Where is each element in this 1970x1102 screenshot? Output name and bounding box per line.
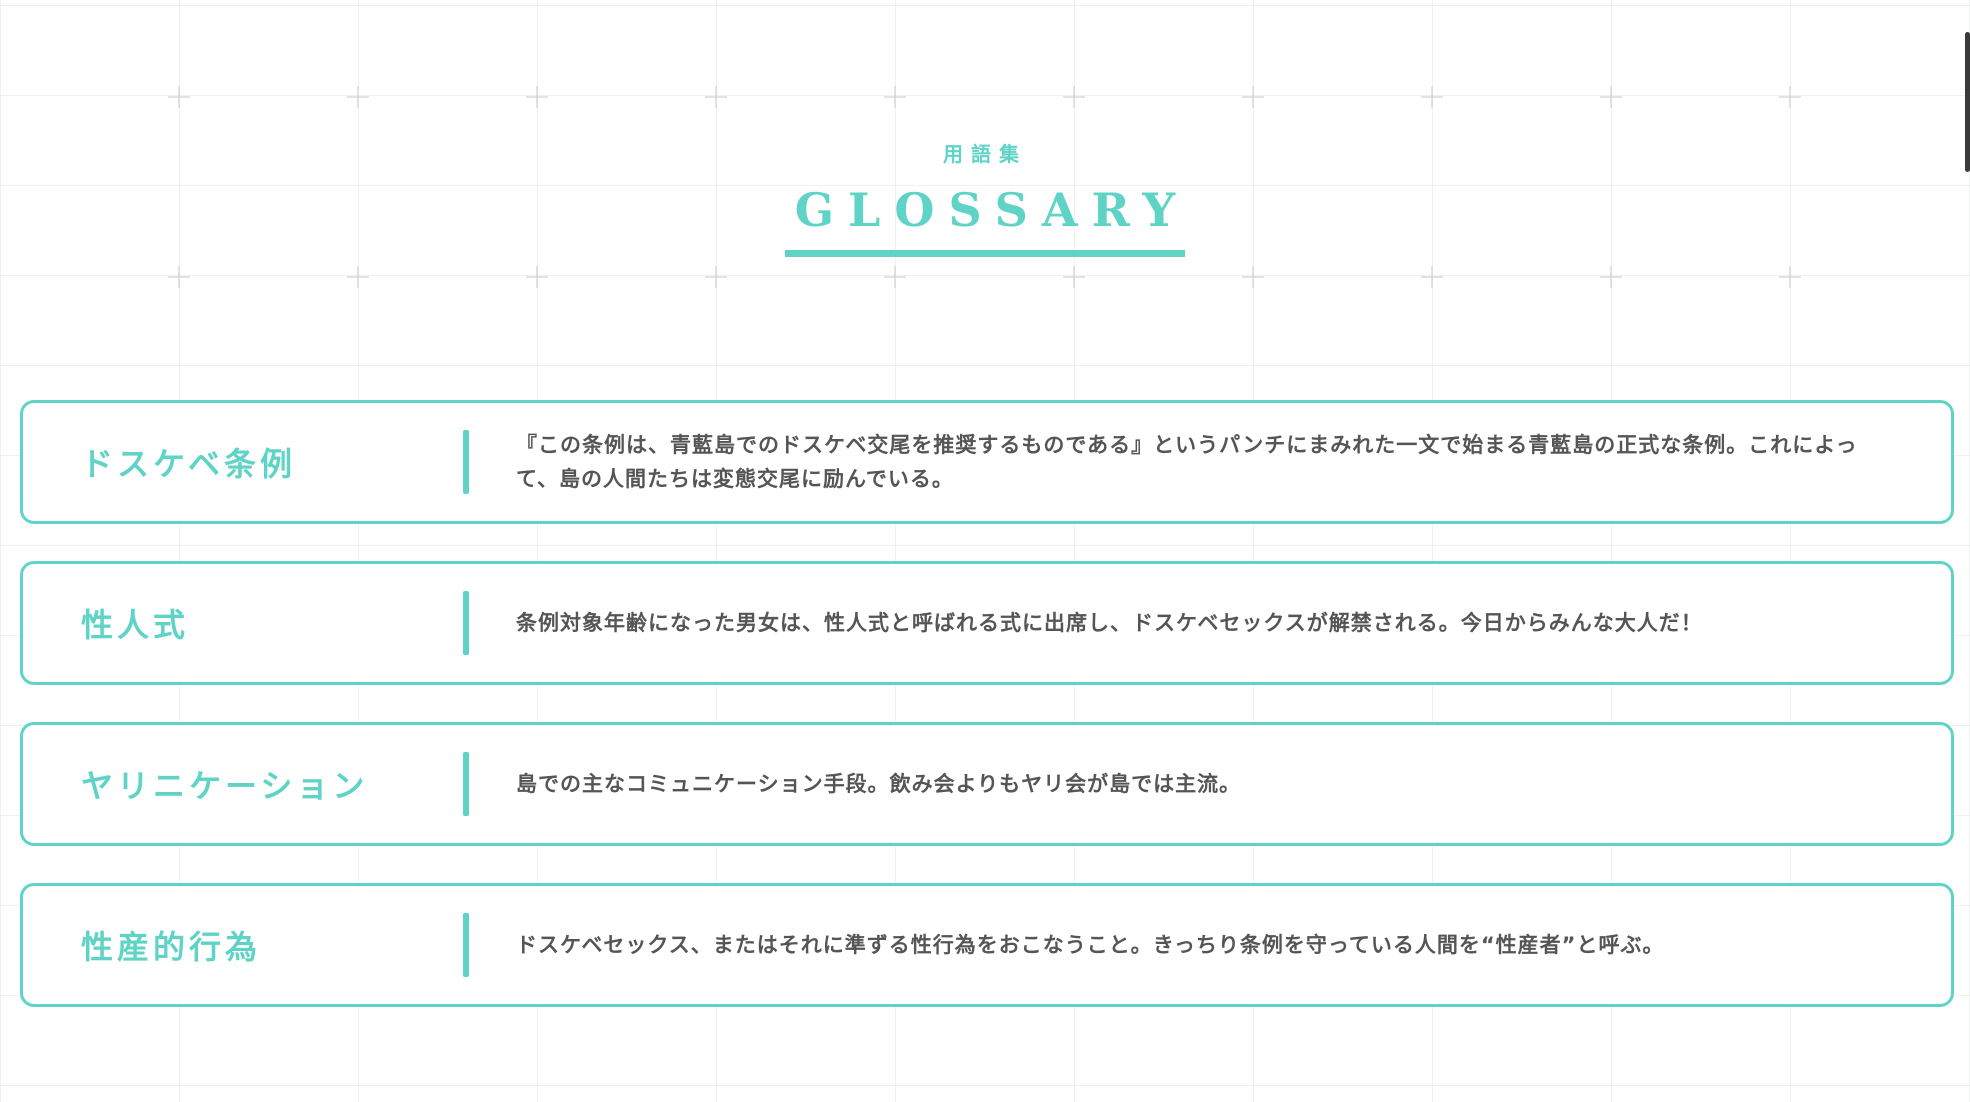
grid-cross-icon (1600, 86, 1622, 108)
grid-cross-icon (884, 266, 906, 288)
grid-cross-icon (1063, 266, 1085, 288)
glossary-definition: ドスケベセックス、またはそれに準ずる性行為をおこなうこと。きっちり条例を守ってい… (516, 933, 1665, 957)
glossary-item: 性人式 条例対象年齢になった男女は、性人式と呼ばれる式に出席し、ドスケベセックス… (20, 561, 1954, 685)
glossary-item: ドスケベ条例 『この条例は、青藍島でのドスケベ交尾を推奨するものである』というパ… (20, 400, 1954, 524)
grid-cross-icon (1242, 86, 1264, 108)
page-subtitle: 用語集 (943, 142, 1027, 166)
grid-cross-icon (1779, 86, 1801, 108)
grid-cross-icon (168, 266, 190, 288)
glossary-definition: 島での主なコミュニケーション手段。飲み会よりもヤリ会が島では主流。 (516, 772, 1242, 796)
grid-cross-icon (347, 266, 369, 288)
glossary-list: ドスケベ条例 『この条例は、青藍島でのドスケベ交尾を推奨するものである』というパ… (20, 400, 1954, 1044)
title-underline (785, 250, 1185, 257)
glossary-definition: 『この条例は、青藍島でのドスケベ交尾を推奨するものである』というパンチにまみれた… (516, 433, 1858, 491)
glossary-term: ヤリニケーション (81, 767, 369, 805)
grid-cross-icon (1421, 266, 1443, 288)
grid-cross-icon (168, 86, 190, 108)
glossary-term: 性人式 (81, 606, 190, 644)
grid-cross-icon (1063, 86, 1085, 108)
glossary-item: 性産的行為 ドスケベセックス、またはそれに準ずる性行為をおこなうこと。きっちり条… (20, 883, 1954, 1007)
grid-cross-icon (1600, 266, 1622, 288)
grid-cross-icon (1242, 266, 1264, 288)
glossary-term: ドスケベ条例 (81, 445, 297, 483)
glossary-definition: 条例対象年齢になった男女は、性人式と呼ばれる式に出席し、ドスケベセックスが解禁さ… (516, 611, 1703, 635)
page-title: GLOSSARY (794, 183, 1190, 237)
glossary-term: 性産的行為 (81, 928, 262, 966)
grid-cross-icon (705, 86, 727, 108)
grid-cross-icon (1421, 86, 1443, 108)
glossary-item: ヤリニケーション 島での主なコミュニケーション手段。飲み会よりもヤリ会が島では主… (20, 722, 1954, 846)
grid-cross-icon (347, 86, 369, 108)
grid-cross-icon (705, 266, 727, 288)
page-header: 用語集 GLOSSARY (0, 140, 1970, 257)
grid-cross-icon (526, 266, 548, 288)
grid-cross-icon (526, 86, 548, 108)
grid-cross-icon (884, 86, 906, 108)
grid-cross-icon (1779, 266, 1801, 288)
